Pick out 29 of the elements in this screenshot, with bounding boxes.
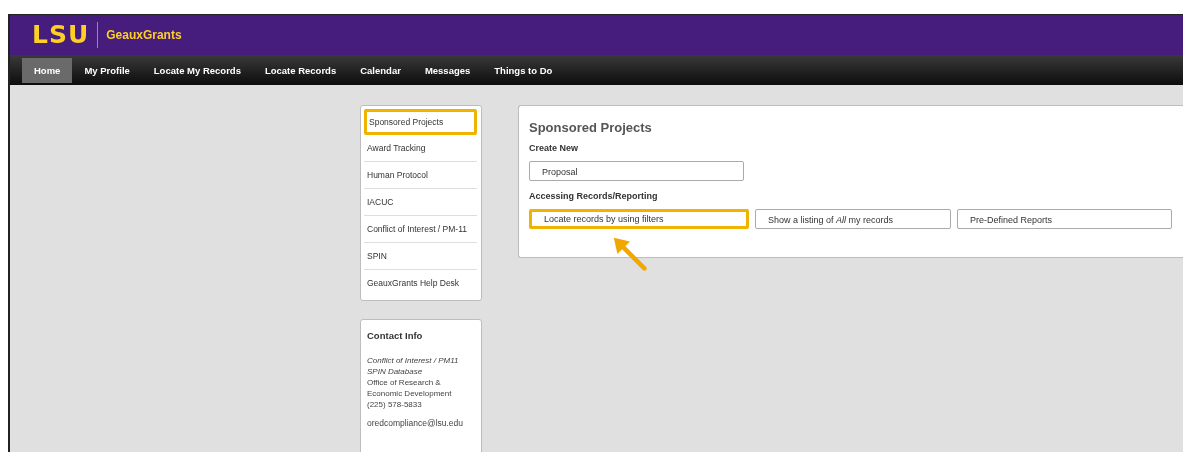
action-button[interactable]: Show a listing of All my records [755, 209, 951, 229]
sidebar-item[interactable]: Sponsored Projects [364, 109, 477, 135]
sidebar-item[interactable]: Award Tracking [364, 135, 477, 162]
section-heading: Create New [529, 143, 580, 153]
nav-tab[interactable]: Locate Records [252, 57, 349, 83]
nav-tab[interactable]: Calendar [348, 57, 413, 83]
nav-tab[interactable]: My Profile [72, 57, 142, 83]
sidebar-item[interactable]: IACUC [364, 189, 477, 216]
contact-line: Office of Research & Economic Development [367, 377, 453, 399]
contact-line: Conflict of Interest / PM11 [367, 355, 460, 366]
sidebar-item[interactable]: Conflict of Interest / PM-11 [364, 216, 477, 243]
action-button[interactable]: Pre-Defined Reports [957, 209, 1172, 229]
sidebar-item[interactable]: GeauxGrants Help Desk [364, 270, 477, 296]
contact-line: (225) 578-5833 [367, 399, 423, 410]
nav-tab[interactable]: Locate My Records [141, 57, 253, 83]
email-link[interactable]: oredcompliance@lsu.edu [367, 418, 475, 428]
nav-tab[interactable]: Home [22, 57, 73, 83]
arrow-icon [612, 236, 648, 272]
contact-line: SPIN Database [367, 366, 424, 377]
nav-tab[interactable]: Messages [412, 57, 483, 83]
sidebar-item[interactable]: SPIN [364, 243, 477, 270]
logo: LSU [32, 22, 99, 48]
nav-tab[interactable]: Things to Do [482, 57, 565, 83]
panel-title: Sponsored Projects [529, 120, 653, 135]
action-button[interactable]: Proposal [529, 161, 744, 181]
app-name: GeauxGrants [106, 28, 182, 42]
sidebar-item[interactable]: Human Protocol [364, 162, 477, 189]
contact-title: Contact Info [367, 330, 424, 341]
section-heading: Accessing Records/Reporting [529, 191, 659, 201]
